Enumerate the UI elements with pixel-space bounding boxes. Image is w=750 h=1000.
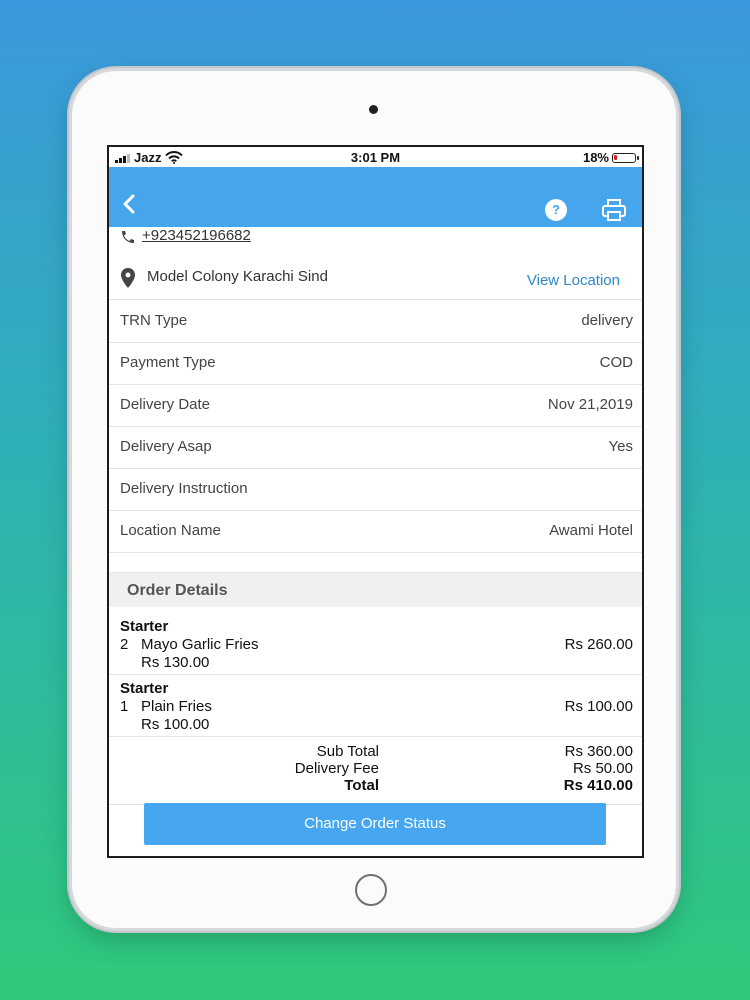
total-value: Rs 410.00: [563, 777, 633, 794]
info-value: delivery: [581, 312, 633, 329]
battery-percent: 18%: [582, 150, 609, 165]
item-total: Rs 100.00: [564, 698, 633, 715]
change-order-status-button[interactable]: Change Order Status: [144, 803, 606, 845]
info-row-location-name: Location Name Awami Hotel: [109, 510, 642, 553]
info-row-delivery-date: Delivery Date Nov 21,2019: [109, 384, 642, 427]
order-totals: Sub Total Rs 360.00 Delivery Fee Rs 50.0…: [109, 736, 642, 805]
item-category: Starter: [120, 680, 169, 697]
camera: [369, 105, 378, 114]
order-details-header: Order Details: [109, 572, 642, 607]
info-value: Awami Hotel: [549, 522, 633, 539]
item-unit-price: Rs 130.00: [141, 654, 210, 671]
sub-total-value: Rs 360.00: [564, 743, 633, 760]
info-label: Location Name: [120, 522, 221, 539]
info-value: COD: [599, 354, 633, 371]
total-label: Total: [344, 777, 379, 794]
info-label: Payment Type: [120, 354, 216, 371]
info-label: Delivery Instruction: [120, 480, 248, 497]
info-row-delivery-asap: Delivery Asap Yes: [109, 426, 642, 469]
item-unit-price: Rs 100.00: [141, 716, 210, 733]
item-name: Mayo Garlic Fries: [141, 636, 259, 653]
info-row-delivery-instruction: Delivery Instruction: [109, 468, 642, 511]
section-title: Order Details: [127, 582, 228, 599]
help-button[interactable]: ?: [545, 199, 567, 221]
info-label: TRN Type: [120, 312, 188, 329]
order-item: Starter 2 Mayo Garlic Fries Rs 130.00 Rs…: [109, 613, 642, 675]
item-name: Plain Fries: [141, 698, 212, 715]
delivery-fee-label: Delivery Fee: [294, 760, 379, 777]
status-time: 3:01 PM: [350, 150, 401, 165]
tablet-frame: Jazz 3:01 PM 18% ? +923452196682 Model C…: [72, 71, 676, 928]
status-bar: Jazz 3:01 PM 18%: [109, 147, 642, 167]
order-item: Starter 1 Plain Fries Rs 100.00 Rs 100.0…: [109, 675, 642, 737]
home-button[interactable]: [355, 874, 387, 906]
sub-total-label: Sub Total: [316, 743, 379, 760]
back-button[interactable]: [118, 193, 140, 215]
phone-row: +923452196682: [109, 227, 642, 247]
phone-icon: [122, 231, 134, 243]
delivery-fee-value: Rs 50.00: [572, 760, 633, 777]
info-label: Delivery Date: [120, 396, 211, 413]
app-screen: Jazz 3:01 PM 18% ? +923452196682 Model C…: [107, 145, 644, 858]
item-quantity: 2: [120, 636, 129, 653]
info-row-payment-type: Payment Type COD: [109, 342, 642, 385]
info-value: Yes: [608, 438, 633, 455]
address-row: Model Colony Karachi Sind View Location: [109, 255, 642, 300]
view-location-link[interactable]: View Location: [527, 272, 620, 289]
address-text: Model Colony Karachi Sind: [147, 268, 328, 285]
question-circle-icon: ?: [552, 202, 560, 217]
printer-icon[interactable]: [601, 198, 627, 222]
nav-bar: ?: [109, 167, 642, 227]
phone-link[interactable]: +923452196682: [142, 227, 251, 244]
status-right: 18%: [582, 150, 639, 165]
item-category: Starter: [120, 618, 169, 635]
item-total: Rs 260.00: [564, 636, 633, 653]
item-quantity: 1: [120, 698, 129, 715]
battery-icon: [612, 152, 639, 163]
info-row-trn-type: TRN Type delivery: [109, 300, 642, 343]
info-label: Delivery Asap: [120, 438, 212, 455]
info-value: Nov 21,2019: [547, 396, 633, 413]
location-pin-icon: [121, 268, 135, 288]
